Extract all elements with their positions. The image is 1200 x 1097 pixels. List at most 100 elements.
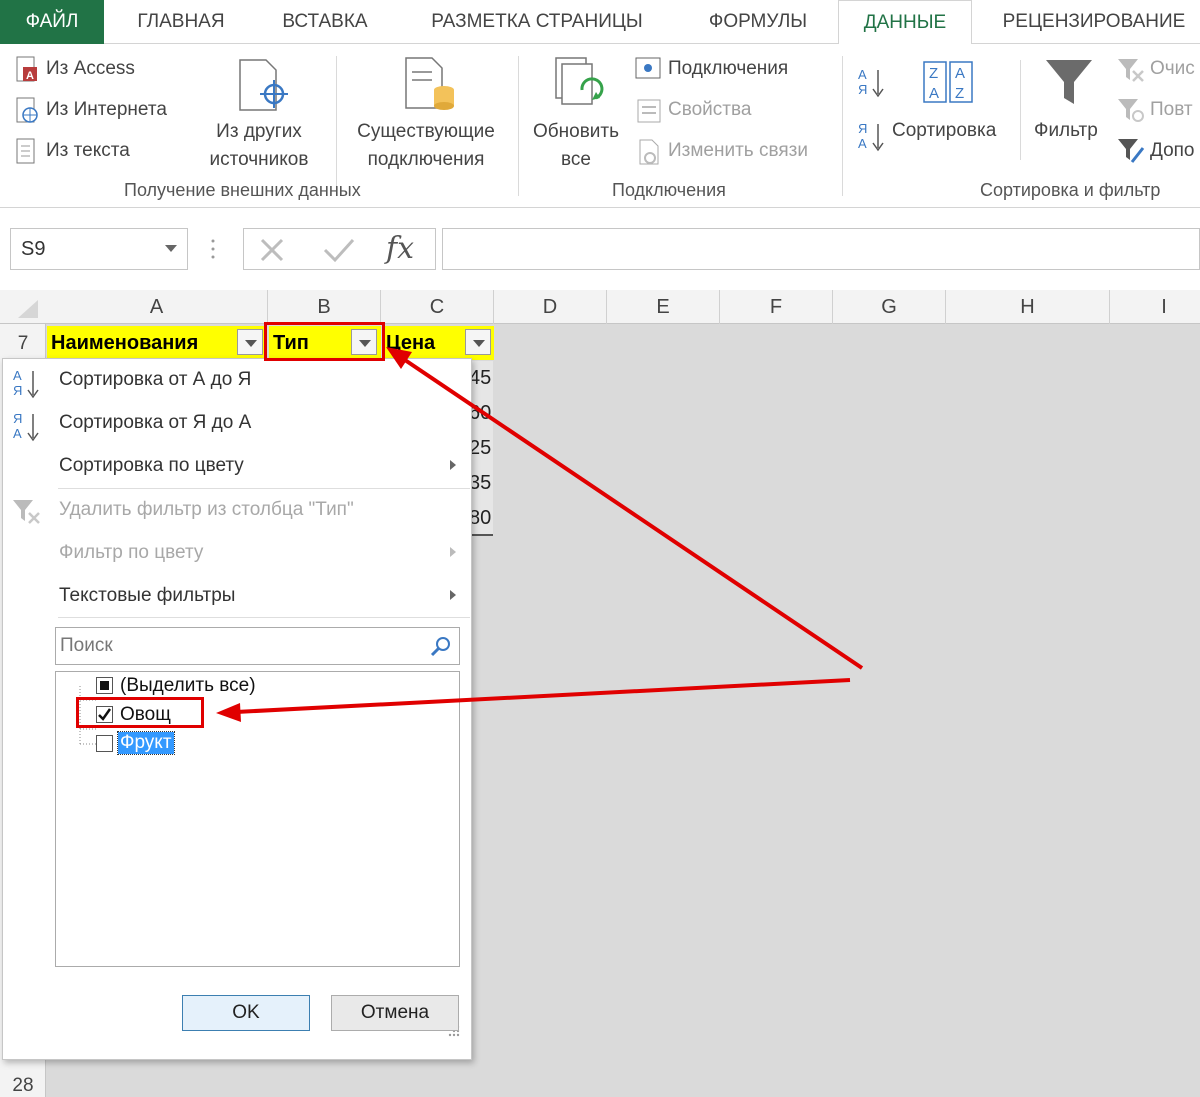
column-header-h[interactable]: H <box>946 290 1110 324</box>
svg-text:А: А <box>13 368 22 383</box>
clear-filter-icon <box>13 500 40 524</box>
filter-button[interactable]: Фильтр <box>1034 120 1098 142</box>
submenu-arrow-icon <box>450 460 456 470</box>
sort-az-small-icon: А Я <box>858 67 884 98</box>
existing-connections-label-2: подключения <box>367 149 485 170</box>
svg-text:A: A <box>955 65 965 82</box>
sort-dialog-icon: Z A A Z <box>923 61 973 103</box>
cancel-x-icon[interactable] <box>258 236 286 264</box>
column-header-e[interactable]: E <box>607 290 720 324</box>
grid-line <box>833 324 834 1097</box>
from-access-button[interactable]: Из Access <box>46 58 135 80</box>
chevron-down-icon[interactable] <box>165 245 177 252</box>
menu-separator <box>58 617 470 618</box>
name-box[interactable]: S9 <box>10 228 188 270</box>
row-header-28[interactable]: 28 <box>0 1068 46 1097</box>
tab-review[interactable]: РЕЦЕНЗИРОВАНИЕ <box>984 0 1200 44</box>
price-cell[interactable]: 45 <box>469 361 493 396</box>
menu-sort-az[interactable]: Сортировка от А до Я <box>59 369 251 391</box>
filter-funnel-icon <box>1046 60 1092 104</box>
from-text-button[interactable]: Из текста <box>46 140 130 162</box>
annotation-box-type-header <box>264 322 385 361</box>
select-all-checkbox[interactable] <box>96 677 113 694</box>
drag-handle-icon[interactable] <box>211 238 215 260</box>
checkbox-item-1[interactable] <box>96 735 113 752</box>
column-header-d[interactable]: D <box>494 290 607 324</box>
connections-button[interactable]: Подключения <box>668 58 788 80</box>
text-file-icon <box>16 138 35 164</box>
column-header-a[interactable]: A <box>46 290 268 324</box>
tab-insert[interactable]: ВСТАВКА <box>262 0 388 44</box>
reapply-filter-button[interactable]: Повт <box>1150 99 1193 121</box>
menu-sort-by-color[interactable]: Сортировка по цвету <box>59 455 244 477</box>
existing-connections-button[interactable]: Существующие подключения <box>344 118 508 174</box>
search-input[interactable]: Поиск <box>55 627 460 665</box>
refresh-all-label-1: Обновить <box>532 121 620 142</box>
row-header-7[interactable]: 7 <box>0 326 46 361</box>
checkbox-label-item-1[interactable]: Фрукт <box>117 731 175 755</box>
sort-za-small-icon: Я А <box>858 121 884 152</box>
svg-text:Я: Я <box>13 383 22 398</box>
clear-filter-button[interactable]: Очис <box>1150 58 1195 80</box>
svg-text:A: A <box>26 70 34 82</box>
column-header-c[interactable]: C <box>381 290 494 324</box>
price-cell[interactable]: 25 <box>469 431 493 466</box>
sort-button[interactable]: Сортировка <box>892 120 996 142</box>
annotation-box-checkbox-item <box>76 697 204 728</box>
refresh-all-button[interactable]: Обновить все <box>524 118 628 174</box>
svg-text:А: А <box>858 136 867 151</box>
submenu-arrow-icon <box>450 590 456 600</box>
column-header-b[interactable]: B <box>268 290 381 324</box>
access-icon: A <box>16 56 37 82</box>
tab-home[interactable]: ГЛАВНАЯ <box>118 0 244 44</box>
from-web-button[interactable]: Из Интернета <box>46 99 167 121</box>
ribbon-tab-bar: ФАЙЛ ГЛАВНАЯ ВСТАВКА РАЗМЕТКА СТРАНИЦЫ Ф… <box>0 0 1200 45</box>
cancel-button[interactable]: Отмена <box>331 995 459 1031</box>
price-cell[interactable]: 35 <box>469 466 493 501</box>
price-cell[interactable]: 80 <box>469 501 493 536</box>
search-icon[interactable] <box>429 635 453 659</box>
column-headers: A B C D E F G H I <box>0 290 1200 324</box>
price-cell[interactable]: 60 <box>469 396 493 431</box>
refresh-all-icon <box>555 57 604 105</box>
edit-links-button[interactable]: Изменить связи <box>668 140 808 162</box>
menu-separator <box>58 488 470 489</box>
tab-page-layout[interactable]: РАЗМЕТКА СТРАНИЦЫ <box>404 0 670 44</box>
svg-text:А: А <box>13 426 22 441</box>
properties-icon <box>637 99 661 123</box>
advanced-filter-button[interactable]: Допо <box>1150 140 1195 162</box>
menu-text-filters[interactable]: Текстовые фильтры <box>59 585 235 607</box>
confirm-check-icon[interactable] <box>322 236 356 264</box>
other-sources-icon <box>239 59 288 111</box>
tab-file[interactable]: ФАЙЛ <box>0 0 104 44</box>
tab-data[interactable]: ДАННЫЕ <box>838 0 972 45</box>
grid-line <box>720 324 721 1097</box>
properties-button[interactable]: Свойства <box>668 99 751 121</box>
select-all-corner-icon[interactable] <box>14 298 40 320</box>
existing-connections-icon <box>405 57 454 110</box>
group-label-connections: Подключения <box>612 180 726 200</box>
indeterminate-mark <box>100 681 109 690</box>
filter-dropdown-button-a[interactable] <box>237 329 263 355</box>
submenu-arrow-icon <box>450 547 456 557</box>
menu-sort-za[interactable]: Сортировка от Я до А <box>59 412 251 434</box>
sort-az-icon: А Я <box>13 368 39 399</box>
column-header-f[interactable]: F <box>720 290 833 324</box>
column-header-g[interactable]: G <box>833 290 946 324</box>
header-cell-name[interactable]: Наименования <box>47 326 267 360</box>
menu-filter-by-color[interactable]: Фильтр по цвету <box>59 542 203 564</box>
insert-function-button[interactable]: fx <box>386 231 414 266</box>
select-all-label[interactable]: (Выделить все) <box>120 675 256 697</box>
tab-formulas[interactable]: ФОРМУЛЫ <box>688 0 828 44</box>
other-sources-button[interactable]: Из других источников <box>196 118 322 174</box>
column-header-i[interactable]: I <box>1110 290 1200 324</box>
menu-remove-filter[interactable]: Удалить фильтр из столбца "Тип" <box>59 499 354 521</box>
connections-icon <box>635 57 661 79</box>
formula-input[interactable] <box>442 228 1200 270</box>
ok-button[interactable]: OK <box>182 995 310 1031</box>
svg-text:A: A <box>929 85 939 102</box>
group-separator <box>1020 60 1021 160</box>
filter-dropdown-button-c[interactable] <box>465 329 491 355</box>
grid-line <box>1110 324 1111 1097</box>
grid-line <box>494 324 495 1097</box>
